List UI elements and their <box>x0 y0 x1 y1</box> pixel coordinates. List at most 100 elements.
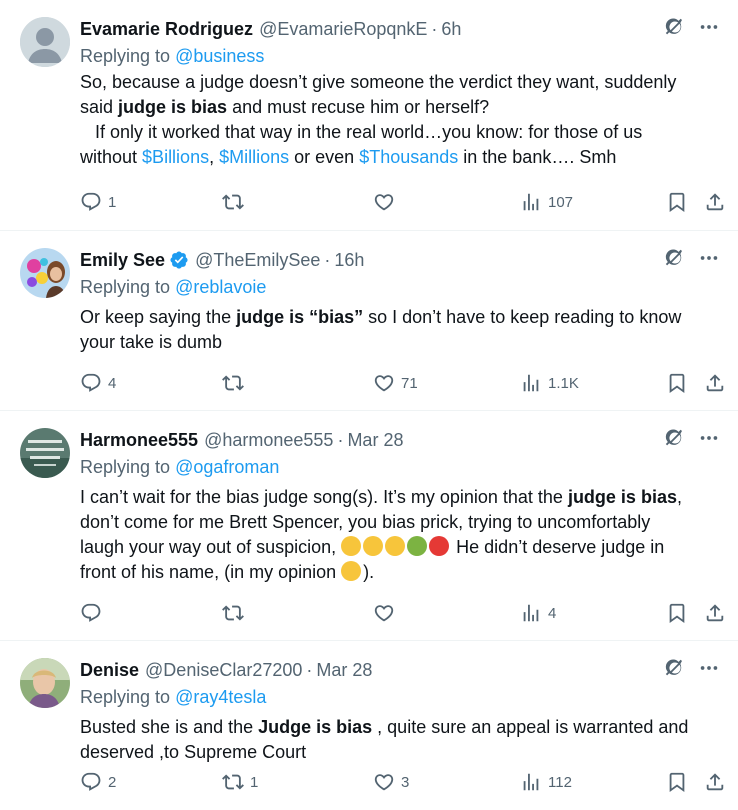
retweet-icon <box>222 191 244 213</box>
text-span: in the bank…. Smh <box>458 147 617 167</box>
timestamp[interactable]: 16h <box>334 250 364 271</box>
replying-to: Replying to @reblavoie <box>80 273 722 301</box>
bookmark-button[interactable] <box>666 602 688 624</box>
profile-photo-icon <box>20 658 70 708</box>
reply-button[interactable]: 2 <box>80 771 116 793</box>
views-button[interactable]: 112 <box>520 771 572 793</box>
replying-to-label: Replying to <box>80 46 176 66</box>
user-handle[interactable]: @EvamarieRopqnkE <box>259 19 427 40</box>
display-name[interactable]: Emily See <box>80 250 165 271</box>
replying-to-link[interactable]: @reblavoie <box>175 277 266 297</box>
timestamp[interactable]: 6h <box>441 19 461 40</box>
display-name[interactable]: Evamarie Rodriguez <box>80 19 253 40</box>
cashtag-link[interactable]: $Thousands <box>359 147 458 167</box>
bookmark-button[interactable] <box>666 372 688 394</box>
cashtag-link[interactable]: $Billions <box>142 147 209 167</box>
more-icon[interactable] <box>698 657 720 679</box>
text-line: deserved ,to Supreme Court <box>80 742 307 762</box>
retweet-icon <box>222 602 244 624</box>
grimacing-emoji-icon <box>363 536 384 556</box>
share-icon <box>704 372 726 394</box>
reply-button[interactable] <box>80 602 108 624</box>
retweet-button[interactable] <box>222 191 250 213</box>
retweet-button[interactable] <box>222 602 250 624</box>
view-count: 4 <box>548 604 557 622</box>
views-button[interactable]: 4 <box>520 602 556 624</box>
text-span: without <box>80 147 143 167</box>
more-icon[interactable] <box>698 16 720 38</box>
display-name[interactable]: Denise <box>80 660 139 681</box>
retweet-button[interactable]: 1 <box>222 771 258 793</box>
more-icon[interactable] <box>698 427 720 449</box>
grok-icon[interactable] <box>664 657 686 679</box>
highlighted-text: judge is “bias” <box>236 307 364 327</box>
reply-count: 2 <box>108 773 117 791</box>
share-button[interactable] <box>704 191 726 213</box>
reply-icon <box>80 602 102 624</box>
timestamp[interactable]: Mar 28 <box>347 430 403 451</box>
avatar[interactable] <box>20 428 70 478</box>
cashtag-link[interactable]: $Millions <box>219 147 289 167</box>
text-span: ). <box>363 562 375 582</box>
tweet[interactable]: Harmonee555 @harmonee555 · Mar 28 Replyi… <box>0 411 738 641</box>
text-span: or even <box>289 147 360 167</box>
replying-to-link[interactable]: @ray4tesla <box>175 687 266 707</box>
grok-icon[interactable] <box>664 427 686 449</box>
verified-icon <box>170 251 188 269</box>
reply-icon <box>80 191 102 213</box>
text-span: He didn’t deserve judge in <box>451 537 665 557</box>
text-span: Or keep saying the <box>80 307 237 327</box>
separator: · <box>431 18 438 39</box>
avatar[interactable] <box>20 248 70 298</box>
more-icon[interactable] <box>698 247 720 269</box>
user-handle[interactable]: @TheEmilySee <box>195 250 320 271</box>
like-button[interactable]: 71 <box>373 372 418 394</box>
views-icon <box>520 191 542 213</box>
like-button[interactable]: 3 <box>373 771 409 793</box>
avatar[interactable] <box>20 658 70 708</box>
text-line: don’t come for me Brett Spencer, you bia… <box>80 512 651 532</box>
timestamp[interactable]: Mar 28 <box>316 660 372 681</box>
like-icon <box>373 372 395 394</box>
tweet[interactable]: Emily See @TheEmilySee · 16h Replying to… <box>0 231 738 411</box>
bookmark-button[interactable] <box>666 191 688 213</box>
views-button[interactable]: 1.1K <box>520 372 579 394</box>
profile-photo-icon <box>20 428 70 478</box>
replying-to-link[interactable]: @business <box>175 46 264 66</box>
share-button[interactable] <box>704 771 726 793</box>
text-span: Busted she is and the <box>80 717 259 737</box>
text-line: So, because a judge doesn’t give someone… <box>80 72 677 92</box>
user-handle[interactable]: @DeniseClar27200 <box>145 660 302 681</box>
replying-to: Replying to @ogafroman <box>80 453 722 481</box>
views-icon <box>520 602 542 624</box>
separator: · <box>306 659 313 680</box>
bookmark-icon <box>666 372 688 394</box>
views-button[interactable]: 107 <box>520 191 573 213</box>
bookmark-button[interactable] <box>666 771 688 793</box>
like-button[interactable] <box>373 602 401 624</box>
like-icon <box>373 771 395 793</box>
bookmark-icon <box>666 771 688 793</box>
nauseated-emoji-icon <box>407 536 428 556</box>
user-handle[interactable]: @harmonee555 <box>204 430 333 451</box>
avatar[interactable] <box>20 17 70 67</box>
retweet-button[interactable] <box>222 372 250 394</box>
reply-button[interactable]: 1 <box>80 191 116 213</box>
tweet[interactable]: Denise @DeniseClar27200 · Mar 28 Replyin… <box>0 641 738 810</box>
replying-to: Replying to @ray4tesla <box>80 683 722 711</box>
tweet-text: So, because a judge doesn’t give someone… <box>80 70 722 170</box>
like-button[interactable] <box>373 191 401 213</box>
share-icon <box>704 602 726 624</box>
grok-icon[interactable] <box>664 247 686 269</box>
view-count: 1.1K <box>548 374 579 392</box>
separator: · <box>324 249 331 270</box>
reply-button[interactable]: 4 <box>80 372 116 394</box>
share-icon <box>704 191 726 213</box>
replying-to-link[interactable]: @ogafroman <box>175 457 279 477</box>
share-button[interactable] <box>704 602 726 624</box>
reply-icon <box>80 771 102 793</box>
grok-icon[interactable] <box>664 16 686 38</box>
tweet[interactable]: Evamarie Rodriguez @EvamarieRopqnkE · 6h… <box>0 0 738 231</box>
display-name[interactable]: Harmonee555 <box>80 430 198 451</box>
share-button[interactable] <box>704 372 726 394</box>
